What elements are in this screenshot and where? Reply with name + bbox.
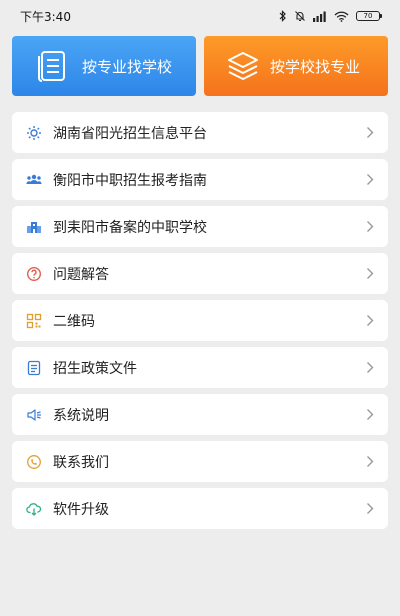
- sun-icon: [26, 125, 42, 141]
- wifi-icon: [334, 11, 349, 22]
- menu-item-contact-us[interactable]: 联系我们: [12, 441, 388, 482]
- menu-item-label: 到耒阳市备案的中职学校: [53, 219, 207, 236]
- chevron-right-icon: [367, 362, 374, 373]
- contact-icon: [26, 454, 42, 470]
- bluetooth-icon: [279, 10, 286, 22]
- chevron-right-icon: [367, 174, 374, 185]
- speaker-icon: [26, 407, 42, 423]
- people-icon: [26, 172, 42, 188]
- menu-item-label: 联系我们: [53, 454, 109, 471]
- menu-item-label: 二维码: [53, 313, 95, 330]
- question-icon: [26, 266, 42, 282]
- menu-item-sunshine-platform[interactable]: 湖南省阳光招生信息平台: [12, 112, 388, 153]
- status-time: 下午3:40: [20, 9, 71, 24]
- menu-item-qrcode[interactable]: 二维码: [12, 300, 388, 341]
- mute-bell-icon: [295, 11, 305, 22]
- chevron-right-icon: [367, 127, 374, 138]
- school-icon: [26, 219, 42, 235]
- document-list-icon: [38, 51, 65, 82]
- chevron-right-icon: [367, 268, 374, 279]
- find-school-by-major-button[interactable]: 按专业找学校: [12, 36, 196, 96]
- menu-list: 湖南省阳光招生信息平台 衡阳市中职招生报考指南 到耒阳市备案的中职学校 问题解答…: [12, 112, 388, 535]
- layers-icon: [228, 52, 258, 80]
- signal-icon: [313, 11, 326, 22]
- chevron-right-icon: [367, 221, 374, 232]
- find-major-by-school-label: 按学校找专业: [270, 57, 361, 76]
- menu-item-policy-documents[interactable]: 招生政策文件: [12, 347, 388, 388]
- find-school-by-major-label: 按专业找学校: [82, 57, 173, 76]
- find-major-by-school-button[interactable]: 按学校找专业: [204, 36, 388, 96]
- chevron-right-icon: [367, 315, 374, 326]
- menu-item-faq[interactable]: 问题解答: [12, 253, 388, 294]
- cloud-download-icon: [26, 501, 42, 517]
- menu-item-label: 衡阳市中职招生报考指南: [53, 172, 207, 189]
- menu-item-registered-schools[interactable]: 到耒阳市备案的中职学校: [12, 206, 388, 247]
- menu-item-software-upgrade[interactable]: 软件升级: [12, 488, 388, 529]
- menu-item-label: 软件升级: [53, 501, 109, 518]
- menu-item-label: 招生政策文件: [53, 360, 137, 377]
- battery-level: 70: [363, 12, 373, 20]
- battery-icon: 70: [356, 11, 382, 21]
- qrcode-icon: [26, 313, 42, 329]
- menu-item-label: 系统说明: [53, 407, 109, 424]
- chevron-right-icon: [367, 503, 374, 514]
- document-icon: [26, 360, 42, 376]
- menu-item-enrollment-guide[interactable]: 衡阳市中职招生报考指南: [12, 159, 388, 200]
- menu-item-label: 湖南省阳光招生信息平台: [53, 125, 207, 142]
- menu-item-label: 问题解答: [53, 266, 109, 283]
- chevron-right-icon: [367, 456, 374, 467]
- menu-item-system-description[interactable]: 系统说明: [12, 394, 388, 435]
- status-bar: 下午3:40 70: [0, 0, 400, 32]
- status-icons: 70: [279, 10, 382, 22]
- chevron-right-icon: [367, 409, 374, 420]
